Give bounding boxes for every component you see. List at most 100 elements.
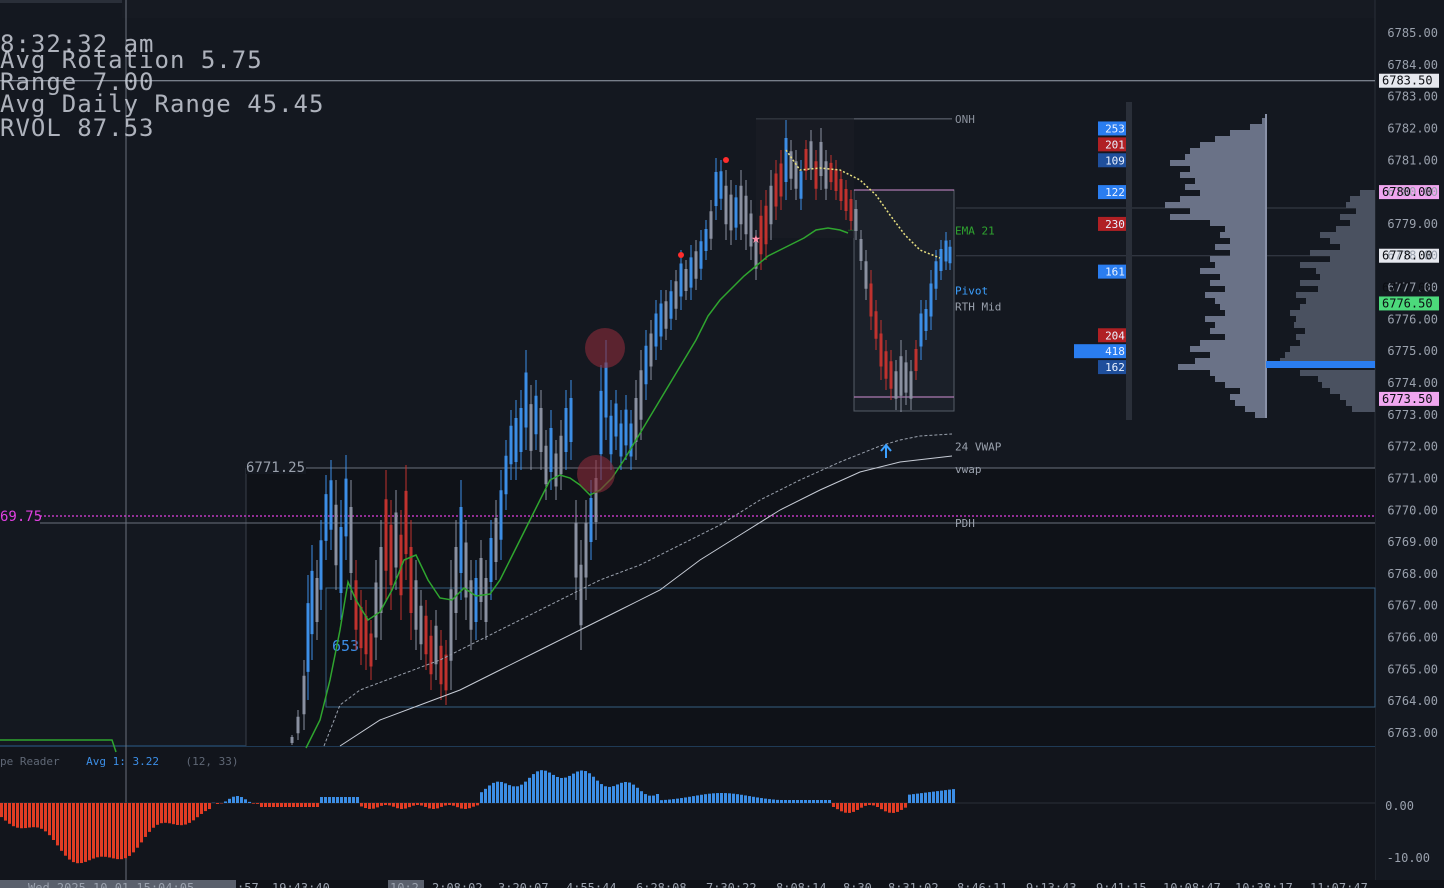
session-profile-bar: [1350, 196, 1375, 202]
candle-body: [584, 522, 588, 578]
histogram-bar: [28, 803, 31, 828]
session-profile-bar: [1296, 292, 1375, 298]
histogram-bar: [648, 795, 651, 803]
time-tick-label: :57: [237, 881, 259, 888]
histogram-bar: [584, 771, 587, 803]
profile-bar: [1210, 370, 1266, 376]
histogram-bar: [612, 786, 615, 803]
candle-body: [649, 333, 653, 367]
histogram-bar: [900, 803, 903, 810]
histogram-bar: [128, 803, 131, 856]
histogram-bar: [804, 800, 807, 803]
histogram-bar: [380, 803, 383, 806]
histogram-bar: [412, 803, 415, 806]
highlight-circle-upper: [585, 328, 625, 368]
candle-body: [614, 403, 618, 437]
histogram-bar: [232, 796, 235, 803]
candle-body: [679, 263, 683, 297]
histogram-bar: [536, 771, 539, 803]
magenta-price-label: 69.75: [0, 509, 42, 525]
histogram-bar: [472, 803, 475, 807]
poc-bar: [1266, 361, 1375, 368]
histogram-bar: [504, 783, 507, 803]
candle-body: [654, 313, 658, 347]
price-tick-label: 6763.00: [1387, 726, 1438, 740]
histogram-bar: [836, 803, 839, 810]
histogram-bar: [672, 799, 675, 803]
candle-body: [484, 578, 488, 622]
candle-body: [519, 408, 523, 452]
candle-body: [834, 169, 838, 191]
histogram-bar: [488, 785, 491, 803]
histogram-bar: [252, 803, 255, 804]
histogram-bar: [400, 803, 403, 809]
indicator-tick-label: -10.00: [1387, 851, 1430, 865]
histogram-bar: [424, 803, 427, 807]
histogram-bar: [136, 803, 139, 848]
price-tick-label: 6784.00: [1387, 58, 1438, 72]
histogram-bar: [484, 788, 487, 803]
histogram-bar: [812, 800, 815, 803]
histogram-bar: [920, 793, 923, 803]
candle-body: [529, 404, 533, 451]
histogram-bar: [880, 803, 883, 810]
histogram-bar: [160, 803, 163, 824]
session-profile-bar: [1296, 334, 1375, 340]
candle-body: [389, 524, 393, 586]
histogram-bar: [248, 801, 251, 803]
histogram-bar: [420, 803, 423, 806]
candle-body: [296, 716, 300, 734]
session-profile-bar: [1300, 370, 1375, 376]
price-tick-label: 6773.00: [1387, 408, 1438, 422]
histogram-bar: [932, 791, 935, 803]
price-tick-label: 6766.00: [1387, 631, 1438, 645]
histogram-bar: [268, 803, 271, 807]
histogram-bar: [652, 795, 655, 803]
candle-body: [364, 615, 368, 655]
histogram-bar: [764, 798, 767, 803]
histogram-bar: [500, 781, 503, 803]
volume-node-label: 122: [1105, 186, 1125, 199]
session-profile-bar: [1300, 280, 1375, 286]
histogram-bar: [356, 797, 359, 803]
histogram-bar: [680, 798, 683, 803]
histogram-bar: [16, 803, 19, 828]
histogram-bar: [444, 803, 447, 806]
histogram-bar: [700, 794, 703, 803]
time-tick-label: 8:30: [843, 881, 872, 888]
candle-body: [579, 564, 583, 626]
histogram-bar: [748, 796, 751, 803]
histogram-bar: [112, 803, 115, 859]
candle-body: [744, 195, 748, 235]
session-profile-bar: [1340, 214, 1375, 220]
candle-body: [734, 197, 738, 228]
indicator-label: pe Reader Avg 1: 3.22 (12, 33): [0, 755, 239, 768]
rvol-readout: RVOL 87.53: [0, 114, 155, 142]
candle-body: [914, 349, 918, 371]
avg-daily-range-readout: Avg Daily Range 45.45: [0, 90, 325, 118]
time-tick-label: 9:13:43: [1026, 881, 1077, 888]
candle-body: [769, 185, 773, 225]
session-profile-bar: [1352, 406, 1375, 412]
histogram-bar: [592, 776, 595, 803]
histogram-bar: [744, 795, 747, 803]
histogram-bar: [84, 803, 87, 862]
volume-node-label: 418: [1105, 345, 1125, 358]
level-label-ema-21: EMA 21: [955, 224, 995, 237]
histogram-bar: [88, 803, 91, 861]
candle-body: [919, 313, 923, 347]
price-tag-label: 6777.00: [1382, 281, 1433, 295]
volume-node-label: 230: [1105, 218, 1125, 231]
histogram-bar: [0, 803, 3, 818]
histogram-bar: [936, 791, 939, 803]
histogram-bar: [784, 800, 787, 803]
profile-bar: [1210, 280, 1266, 286]
candle-body: [349, 507, 353, 573]
histogram-bar: [164, 803, 167, 823]
level-label-vwap: vwap: [955, 463, 982, 476]
histogram-bar: [428, 803, 431, 809]
histogram-bar: [872, 803, 875, 806]
candle-body: [859, 239, 863, 261]
volume-node-label: 161: [1105, 266, 1125, 279]
candle-body: [434, 625, 438, 665]
